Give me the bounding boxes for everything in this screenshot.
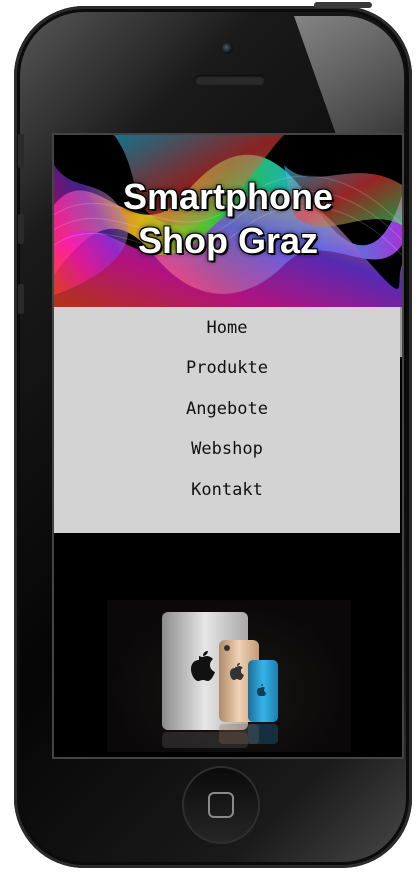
speaker-grille <box>195 75 265 85</box>
camera-icon <box>222 43 233 54</box>
nav-item-kontakt[interactable]: Kontakt <box>54 477 400 503</box>
phone-screen: Smartphone Shop Graz Home Produkte Angeb… <box>52 133 404 759</box>
main-navigation: Home Produkte Angebote Webshop Kontakt <box>54 307 400 533</box>
apple-devices-illustration <box>162 612 278 748</box>
site-title-line2: Shop Graz <box>137 220 319 261</box>
nav-item-webshop[interactable]: Webshop <box>54 436 400 462</box>
home-button-icon <box>208 792 234 818</box>
mute-switch <box>18 134 24 168</box>
nav-item-home[interactable]: Home <box>54 315 400 341</box>
site-header-banner: Smartphone Shop Graz <box>54 135 402 307</box>
power-button <box>314 2 372 8</box>
nav-item-angebote[interactable]: Angebote <box>54 396 400 422</box>
nav-item-produkte[interactable]: Produkte <box>54 355 400 381</box>
apple-devices-image <box>107 600 351 752</box>
scrollbar[interactable] <box>400 307 402 357</box>
volume-up-button <box>18 214 24 244</box>
home-button[interactable] <box>182 766 260 844</box>
volume-down-button <box>18 284 24 314</box>
site-title-line1: Smartphone <box>122 176 334 217</box>
